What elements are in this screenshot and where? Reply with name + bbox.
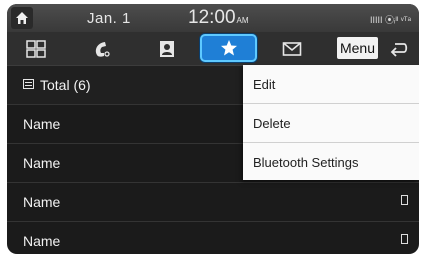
toolbar: Menu	[7, 32, 419, 66]
messages-icon	[282, 41, 302, 56]
phone-type-icon	[401, 195, 408, 205]
home-icon	[16, 12, 28, 24]
menu-item-label: Edit	[253, 77, 276, 92]
phone-screen: Jan. 1 12:00AM IIIII ⦿ᵢᴵᴵ ᵛᵀᵃ Menu Total…	[7, 4, 419, 254]
status-date: Jan. 1	[87, 10, 131, 27]
back-icon	[390, 42, 408, 57]
menu-dropdown: Edit Delete Bluetooth Settings	[243, 65, 419, 180]
total-label: Total (6)	[40, 77, 91, 93]
contacts-button[interactable]	[143, 35, 191, 62]
menu-item-edit[interactable]: Edit	[243, 65, 419, 104]
status-icons: IIIII ⦿ᵢᴵᴵ ᵛᵀᵃ	[369, 15, 411, 25]
menu-item-label: Delete	[253, 116, 291, 131]
menu-item-delete[interactable]: Delete	[243, 104, 419, 143]
contact-name: Name	[23, 116, 61, 132]
clock-time: 12:00	[188, 7, 236, 28]
back-button[interactable]	[382, 35, 416, 62]
favorites-star-icon	[220, 40, 237, 56]
list-icon	[23, 79, 34, 89]
grid-icon	[26, 39, 46, 58]
home-button[interactable]	[11, 7, 33, 29]
contacts-icon	[160, 40, 174, 57]
menu-item-label: Bluetooth Settings	[253, 155, 359, 170]
list-item[interactable]: Name	[7, 222, 419, 254]
contact-name: Name	[23, 233, 61, 249]
menu-item-bluetooth-settings[interactable]: Bluetooth Settings	[243, 143, 419, 181]
contact-name: Name	[23, 155, 61, 171]
messages-button[interactable]	[268, 35, 316, 62]
recent-calls-button[interactable]	[78, 35, 126, 62]
list-item[interactable]: Name	[7, 183, 419, 222]
status-clock: 12:00AM	[188, 7, 249, 29]
menu-button[interactable]: Menu	[337, 37, 378, 59]
favorites-button[interactable]	[200, 34, 257, 62]
dial-pad-button[interactable]	[12, 35, 60, 62]
phone-type-icon	[401, 234, 408, 244]
clock-ampm: AM	[236, 16, 249, 25]
contact-name: Name	[23, 194, 61, 210]
status-bar: Jan. 1 12:00AM IIIII ⦿ᵢᴵᴵ ᵛᵀᵃ	[7, 4, 419, 32]
recent-calls-icon	[95, 41, 110, 57]
